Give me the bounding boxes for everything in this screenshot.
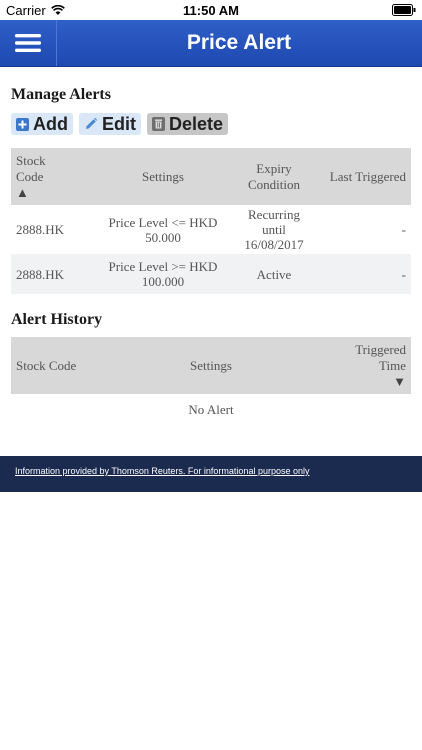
delete-button-label: Delete — [169, 113, 224, 134]
sort-ascending-icon: ▲ — [16, 184, 29, 200]
last-triggered-column-header[interactable]: Last Triggered — [317, 148, 411, 205]
empty-state-row: No Alert — [11, 394, 411, 424]
nav-bar: Price Alert — [0, 20, 422, 67]
empty-state-text: No Alert — [188, 401, 234, 417]
sort-descending-icon: ▼ — [393, 373, 406, 389]
data-provider-disclaimer-link[interactable]: Information provided by Thomson Reuters.… — [15, 466, 309, 476]
history-settings-column-header[interactable]: Settings — [95, 337, 327, 394]
page-title: Price Alert — [186, 31, 292, 54]
stock-code-cell: 2888.HK — [11, 254, 95, 294]
add-button-label: Add — [33, 113, 68, 134]
table-row[interactable]: 2888.HK Price Level <= HKD 50.000 Recurr… — [11, 205, 411, 254]
hamburger-menu-icon — [15, 34, 41, 52]
battery-icon — [392, 4, 416, 16]
last-triggered-cell: - — [401, 222, 406, 237]
expiry-condition-column-header[interactable]: Expiry Condition — [231, 148, 317, 205]
settings-cell: Price Level >= HKD 100.000 — [95, 254, 231, 294]
manage-alerts-heading: Manage Alerts — [11, 86, 111, 103]
alert-history-table: Stock Code Settings Triggered Time ▼ No … — [11, 337, 411, 424]
add-button[interactable]: Add — [11, 113, 73, 135]
alert-toolbar: Add Edit Delete — [11, 113, 229, 135]
status-time: 11:50 AM — [183, 3, 239, 18]
plus-icon — [16, 117, 29, 131]
alert-history-heading: Alert History — [11, 311, 103, 328]
triggered-time-column-header[interactable]: Triggered Time ▼ — [327, 337, 411, 394]
trash-icon — [152, 117, 165, 131]
menu-button[interactable] — [0, 20, 57, 66]
table-header-row: Stock Code ▲ Settings Expiry Condition L… — [11, 148, 411, 205]
table-row[interactable]: 2888.HK Price Level >= HKD 100.000 Activ… — [11, 254, 411, 294]
history-stock-code-column-header[interactable]: Stock Code — [11, 337, 95, 394]
expiry-cell: Recurring until 16/08/2017 — [244, 207, 304, 252]
history-header-row: Stock Code Settings Triggered Time ▼ — [11, 337, 411, 394]
edit-button-label: Edit — [102, 113, 136, 134]
stock-code-column-header[interactable]: Stock Code ▲ — [11, 148, 95, 205]
last-triggered-cell: - — [317, 254, 411, 294]
triggered-time-header-label: Triggered Time — [355, 341, 406, 373]
expiry-cell: Active — [231, 254, 317, 294]
manage-alerts-table: Stock Code ▲ Settings Expiry Condition L… — [11, 148, 411, 294]
status-bar: Carrier 11:50 AM — [0, 0, 422, 20]
footer: Information provided by Thomson Reuters.… — [0, 456, 422, 492]
edit-button[interactable]: Edit — [79, 113, 141, 135]
stock-code-cell: 2888.HK — [16, 222, 65, 237]
settings-cell: Price Level <= HKD 50.000 — [108, 214, 218, 245]
pencil-icon — [84, 117, 98, 131]
delete-button[interactable]: Delete — [147, 113, 229, 135]
settings-column-header[interactable]: Settings — [95, 148, 231, 205]
stock-code-header-label: Stock Code — [16, 152, 46, 184]
